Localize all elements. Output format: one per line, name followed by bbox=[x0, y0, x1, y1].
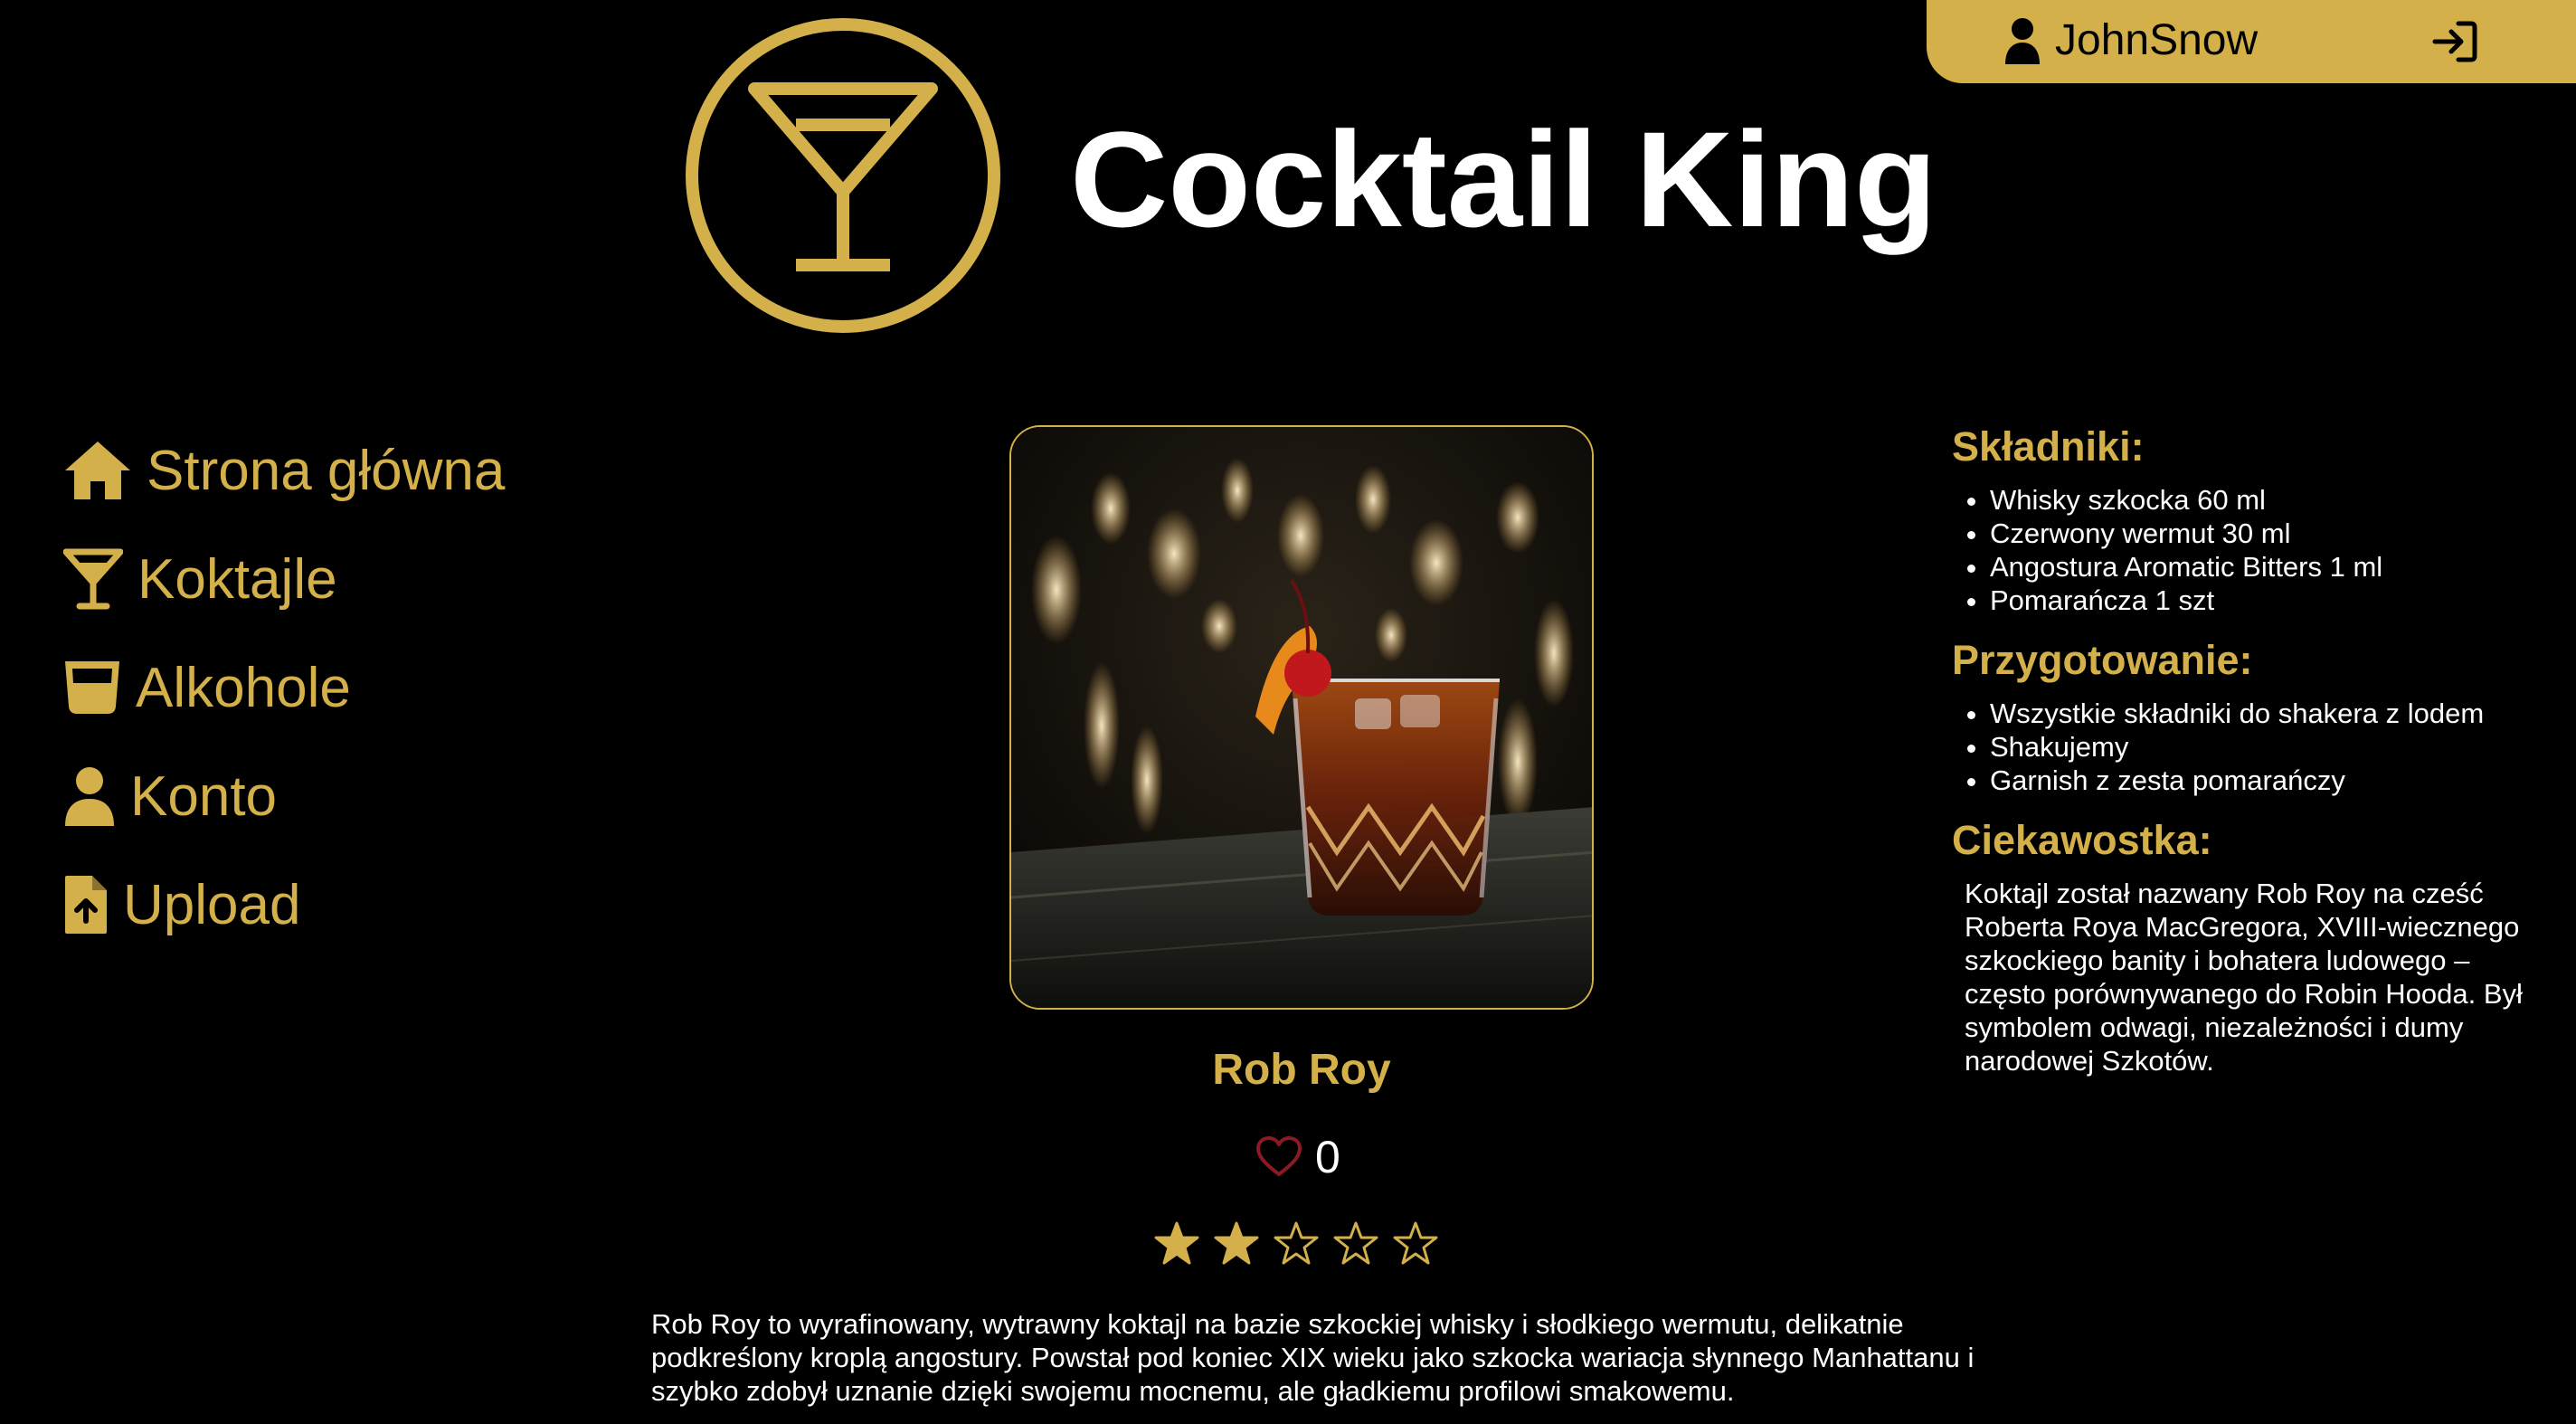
brand-title: Cocktail King bbox=[1070, 103, 1937, 255]
sidebar-nav: Strona główna Koktajle Alkohole Konto Up… bbox=[63, 416, 505, 959]
martini-icon bbox=[63, 548, 123, 610]
nav-item-upload[interactable]: Upload bbox=[63, 850, 505, 959]
preparation-title: Przygotowanie: bbox=[1952, 637, 2253, 683]
nav-item-label: Konto bbox=[130, 764, 278, 828]
sign-in-icon[interactable] bbox=[2431, 20, 2478, 63]
glass-icon bbox=[65, 661, 119, 714]
ingredient-item: Pomarańcza 1 szt bbox=[1990, 584, 2549, 617]
nav-item-label: Koktajle bbox=[137, 547, 337, 611]
user-icon bbox=[65, 767, 114, 826]
nav-item-label: Alkohole bbox=[136, 656, 351, 719]
preparation-step: Wszystkie składniki do shakera z lodem bbox=[1990, 697, 2549, 730]
nav-item-alcohols[interactable]: Alkohole bbox=[63, 633, 505, 742]
star-filled-icon[interactable] bbox=[1214, 1221, 1259, 1265]
cocktail-details: Składniki: Whisky szkocka 60 ml Czerwony… bbox=[1952, 420, 2549, 1077]
cocktail-name: Rob Roy bbox=[1212, 1046, 1391, 1094]
home-icon bbox=[65, 441, 130, 499]
ingredients-title: Składniki: bbox=[1952, 423, 2145, 470]
ingredient-item: Whisky szkocka 60 ml bbox=[1990, 483, 2549, 517]
user-bar: JohnSnow bbox=[1927, 0, 2576, 83]
star-rating[interactable] bbox=[1154, 1221, 1438, 1265]
preparation-step: Shakujemy bbox=[1990, 730, 2549, 764]
cocktail-description: Rob Roy to wyrafinowany, wytrawny koktaj… bbox=[651, 1308, 1975, 1407]
nav-item-label: Strona główna bbox=[147, 439, 506, 502]
likes-count: 0 bbox=[1315, 1132, 1340, 1182]
star-empty-icon[interactable] bbox=[1393, 1221, 1438, 1265]
preparation-list: Wszystkie składniki do shakera z lodem S… bbox=[1952, 697, 2549, 797]
username[interactable]: JohnSnow bbox=[2055, 14, 2258, 67]
trivia-title: Ciekawostka: bbox=[1952, 817, 2212, 863]
ingredients-list: Whisky szkocka 60 ml Czerwony wermut 30 … bbox=[1952, 483, 2549, 617]
preparation-step: Garnish z zesta pomarańczy bbox=[1990, 764, 2549, 797]
file-upload-icon bbox=[65, 876, 107, 934]
ingredient-item: Czerwony wermut 30 ml bbox=[1990, 517, 2549, 550]
user-icon bbox=[2005, 18, 2040, 64]
nav-item-home[interactable]: Strona główna bbox=[63, 416, 505, 525]
star-filled-icon[interactable] bbox=[1154, 1221, 1199, 1265]
star-empty-icon[interactable] bbox=[1274, 1221, 1319, 1265]
ingredient-item: Angostura Aromatic Bitters 1 ml bbox=[1990, 550, 2549, 584]
nav-item-account[interactable]: Konto bbox=[63, 742, 505, 850]
heart-icon[interactable] bbox=[1255, 1136, 1302, 1178]
trivia-text: Koktajl został nazwany Rob Roy na cześć … bbox=[1965, 878, 2523, 1077]
nav-item-cocktails[interactable]: Koktajle bbox=[63, 525, 505, 633]
nav-item-label: Upload bbox=[123, 873, 301, 936]
martini-glass-circle-logo[interactable] bbox=[677, 18, 1009, 333]
star-empty-icon[interactable] bbox=[1333, 1221, 1378, 1265]
like-button[interactable]: 0 bbox=[1255, 1131, 1340, 1183]
cocktail-image bbox=[1009, 425, 1594, 1010]
